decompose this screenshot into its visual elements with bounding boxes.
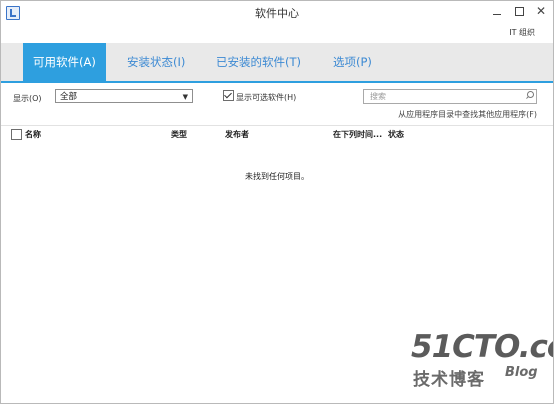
tab-bar: 可用软件(A) 安装状态(I) 已安装的软件(T) 选项(P): [1, 43, 553, 82]
column-status[interactable]: 状态: [388, 129, 404, 140]
search-input[interactable]: 搜索: [363, 89, 537, 104]
tab-available-software[interactable]: 可用软件(A): [23, 43, 106, 82]
show-filter-value: 全部: [60, 92, 78, 102]
watermark-logo: 51CTO.com: [411, 329, 553, 365]
column-name[interactable]: 名称: [25, 129, 41, 140]
close-icon[interactable]: ✕: [532, 3, 550, 20]
select-all-checkbox[interactable]: [11, 129, 22, 140]
show-optional-label[interactable]: 显示可选软件(H): [236, 92, 296, 103]
it-organization-label: IT 组织: [509, 28, 535, 37]
show-optional-checkbox[interactable]: [223, 90, 234, 101]
show-label: 显示(O): [13, 94, 42, 103]
empty-list-message: 未找到任何项目。: [245, 172, 309, 181]
show-filter-dropdown[interactable]: 全部 ▼: [55, 89, 193, 103]
tab-installation-status[interactable]: 安装状态(I): [117, 43, 195, 82]
software-center-window: 软件中心 ✕ IT 组织 可用软件(A) 安装状态(I) 已安装的软件(T) 选…: [0, 0, 554, 404]
tab-installed-software[interactable]: 已安装的软件(T): [206, 43, 311, 82]
column-time[interactable]: 在下列时间...: [333, 129, 382, 140]
watermark-blog: Blog: [505, 365, 538, 380]
search-placeholder: 搜索: [370, 92, 386, 101]
tab-underline: [1, 81, 553, 83]
column-publisher[interactable]: 发布者: [225, 129, 249, 140]
tab-options[interactable]: 选项(P): [323, 43, 382, 82]
title-bar: 软件中心 ✕: [1, 1, 553, 24]
column-type[interactable]: 类型: [171, 129, 187, 140]
chevron-down-icon: ▼: [182, 93, 188, 101]
window-title: 软件中心: [255, 7, 299, 20]
list-header: 名称 类型 发布者 在下列时间... 状态: [1, 125, 553, 142]
find-other-apps-link[interactable]: 从应用程序目录中查找其他应用程序(F): [398, 109, 537, 120]
minimize-icon[interactable]: [488, 3, 506, 20]
search-icon[interactable]: [526, 91, 534, 98]
watermark-subtitle: 技术博客: [413, 370, 485, 390]
maximize-icon[interactable]: [510, 3, 528, 20]
